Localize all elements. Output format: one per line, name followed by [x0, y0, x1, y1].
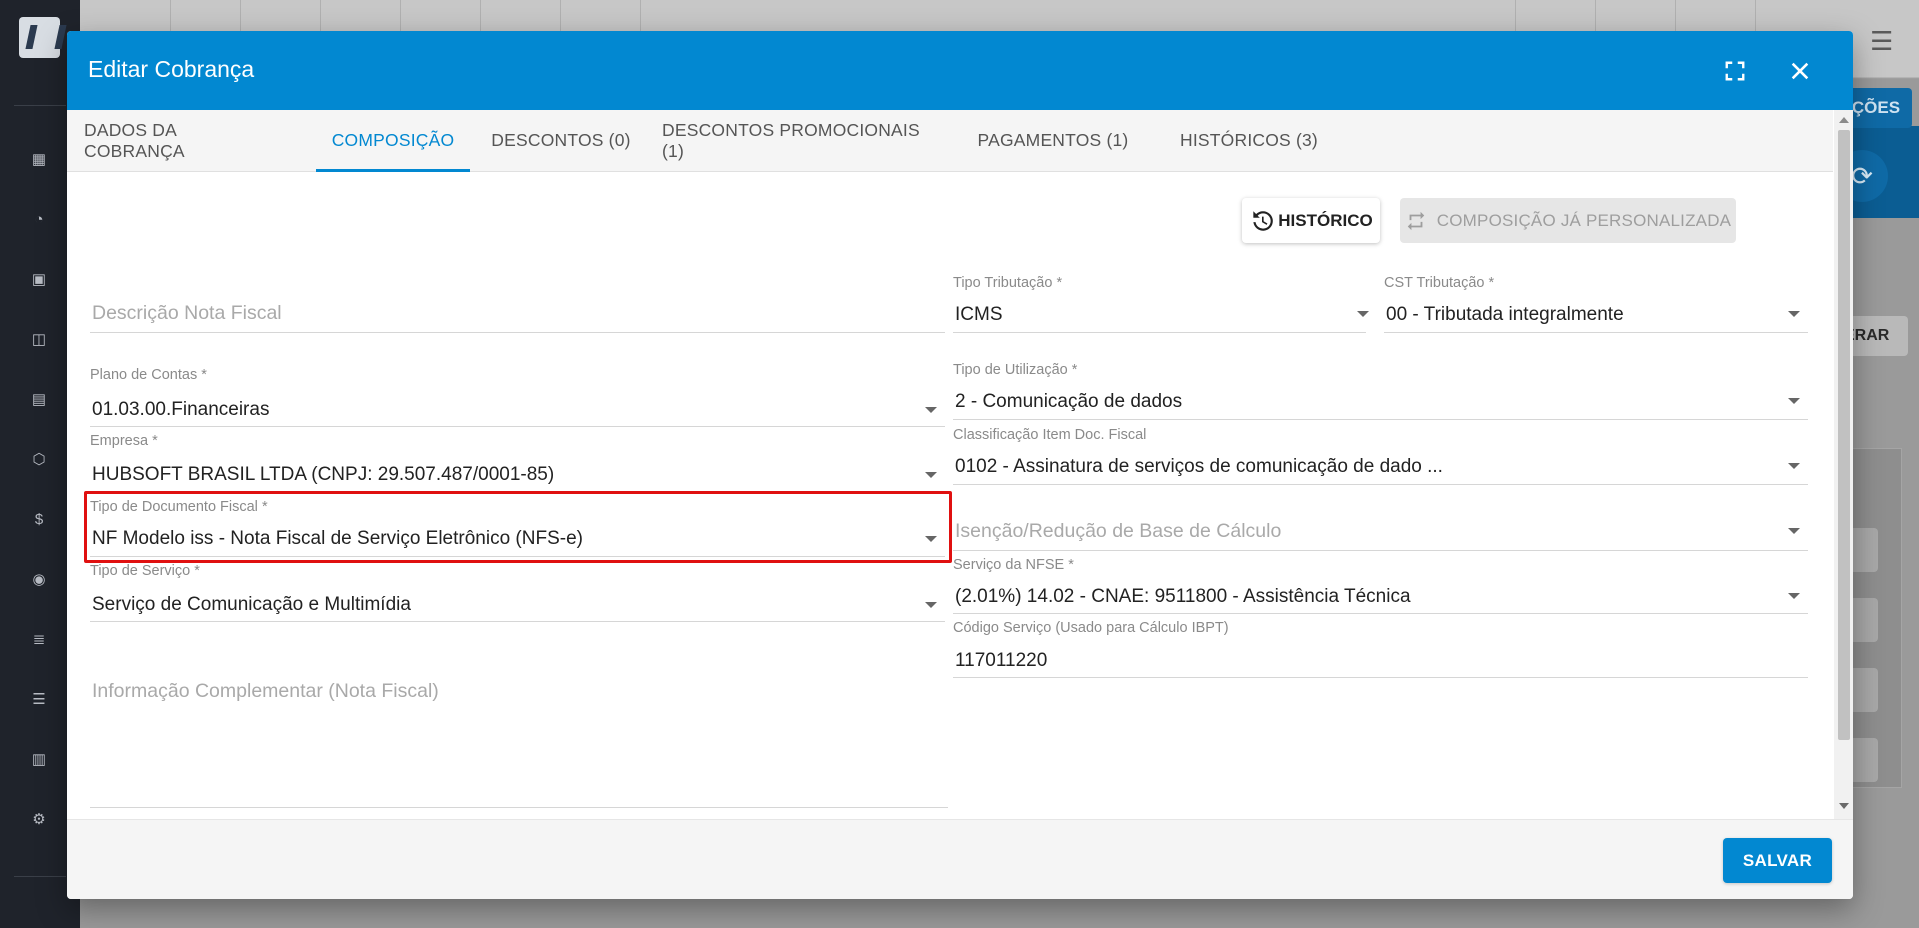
informacao-complementar-placeholder: Informação Complementar (Nota Fiscal)	[92, 680, 439, 702]
composition-customized-button: COMPOSIÇÃO JÁ PERSONALIZADA	[1400, 198, 1736, 243]
document-icon[interactable]: ▥	[30, 750, 48, 768]
tipo-servico-label: Tipo de Serviço *	[90, 563, 200, 579]
classificacao-item-value: 0102 - Assinatura de serviços de comunic…	[955, 456, 1443, 477]
empresa-value: HUBSOFT BRASIL LTDA (CNPJ: 29.507.487/00…	[92, 464, 555, 485]
chevron-down-icon[interactable]	[1788, 593, 1800, 599]
cst-tributacao-value: 00 - Tributada integralmente	[1386, 304, 1624, 325]
tipo-utilizacao-select[interactable]: Tipo de Utilização * 2 - Comunicação de …	[953, 362, 1808, 420]
dialog-scrollbar[interactable]	[1834, 110, 1853, 819]
sidebar-divider	[14, 105, 66, 106]
codigo-servico-label: Código Serviço (Usado para Cálculo IBPT)	[953, 620, 1229, 636]
app-logo[interactable]	[19, 17, 60, 58]
history-button[interactable]: HISTÓRICO	[1242, 198, 1380, 243]
server-icon[interactable]: ☰	[30, 690, 48, 708]
tipo-tributacao-select[interactable]: Tipo Tributação * ICMS	[953, 275, 1369, 333]
sidebar-divider	[14, 876, 66, 877]
tipo-utilizacao-label: Tipo de Utilização *	[953, 362, 1078, 378]
settings-icon[interactable]: ⚙	[30, 810, 48, 828]
tab-descontos-promocionais[interactable]: DESCONTOS PROMOCIONAIS (1)	[662, 110, 944, 171]
codigo-servico-input[interactable]: Código Serviço (Usado para Cálculo IBPT)…	[953, 620, 1808, 678]
servico-nfse-label: Serviço da NFSE *	[953, 557, 1074, 573]
codigo-servico-value: 117011220	[955, 650, 1048, 671]
chevron-down-icon[interactable]	[1788, 528, 1800, 534]
tipo-servico-select[interactable]: Tipo de Serviço * Serviço de Comunicação…	[90, 563, 945, 622]
classificacao-item-label: Classificação Item Doc. Fiscal	[953, 427, 1147, 443]
plano-de-contas-value: 01.03.00.Financeiras	[92, 399, 270, 420]
menu-list-icon[interactable]: ☰	[1870, 26, 1893, 57]
tab-composicao[interactable]: COMPOSIÇÃO	[316, 110, 470, 172]
cst-tributacao-label: CST Tributação *	[1384, 275, 1495, 291]
tipo-documento-fiscal-value: NF Modelo iss - Nota Fiscal de Serviço E…	[92, 528, 583, 549]
chevron-down-icon[interactable]	[1357, 311, 1369, 317]
empresa-select[interactable]: Empresa * HUBSOFT BRASIL LTDA (CNPJ: 29.…	[90, 433, 945, 492]
isencao-reducao-placeholder: Isenção/Redução de Base de Cálculo	[955, 520, 1282, 542]
dialog-footer: SALVAR	[67, 819, 1853, 899]
box-icon[interactable]: ⬡	[30, 450, 48, 468]
tipo-documento-fiscal-select[interactable]: Tipo de Documento Fiscal * NF Modelo iss…	[90, 498, 945, 557]
close-icon[interactable]	[1780, 51, 1820, 91]
tab-pagamentos[interactable]: PAGAMENTOS (1)	[971, 110, 1135, 171]
calendar-icon[interactable]: ▤	[30, 390, 48, 408]
servico-nfse-select[interactable]: Serviço da NFSE * (2.01%) 14.02 - CNAE: …	[953, 557, 1808, 614]
dialog-header: Editar Cobrança	[67, 31, 1853, 110]
pie-chart-icon[interactable]: ◔	[30, 210, 48, 228]
chevron-down-icon[interactable]	[1788, 311, 1800, 317]
isencao-reducao-select[interactable]: Isenção/Redução de Base de Cálculo	[953, 512, 1808, 551]
empresa-label: Empresa *	[90, 433, 158, 449]
scroll-thumb[interactable]	[1838, 130, 1850, 740]
informacao-complementar-textarea[interactable]: Informação Complementar (Nota Fiscal)	[90, 675, 948, 808]
save-button[interactable]: SALVAR	[1723, 838, 1832, 883]
tipo-servico-value: Serviço de Comunicação e Multimídia	[92, 594, 411, 615]
servico-nfse-value: (2.01%) 14.02 - CNAE: 9511800 - Assistên…	[955, 586, 1411, 607]
chevron-down-icon[interactable]	[1788, 398, 1800, 404]
tipo-tributacao-label: Tipo Tributação *	[953, 275, 1063, 291]
scroll-down-arrow[interactable]	[1839, 803, 1849, 809]
chevron-down-icon[interactable]	[925, 472, 937, 478]
contacts-icon[interactable]: ▣	[30, 270, 48, 288]
list-icon[interactable]: ≣	[30, 630, 48, 648]
board-icon[interactable]: ◫	[30, 330, 48, 348]
repeat-icon	[1407, 211, 1425, 230]
tab-historicos[interactable]: HISTÓRICOS (3)	[1161, 110, 1337, 171]
fullscreen-icon[interactable]	[1715, 51, 1755, 91]
history-button-label: HISTÓRICO	[1278, 210, 1373, 230]
chevron-down-icon[interactable]	[925, 407, 937, 413]
tipo-utilizacao-value: 2 - Comunicação de dados	[955, 391, 1183, 412]
chevron-down-icon[interactable]	[925, 602, 937, 608]
money-icon[interactable]: $	[30, 510, 48, 528]
chevron-down-icon[interactable]	[1788, 463, 1800, 469]
scroll-up-arrow[interactable]	[1839, 117, 1849, 123]
chevron-down-icon[interactable]	[925, 536, 937, 542]
plano-de-contas-label: Plano de Contas *	[90, 367, 207, 383]
tab-descontos[interactable]: DESCONTOS (0)	[487, 110, 635, 171]
history-icon	[1253, 210, 1274, 231]
descricao-nota-fiscal-field[interactable]: Descrição Nota Fiscal	[90, 294, 945, 333]
dashboard-icon[interactable]: ▦	[30, 150, 48, 168]
cst-tributacao-select[interactable]: CST Tributação * 00 - Tributada integral…	[1384, 275, 1808, 333]
composition-customized-label: COMPOSIÇÃO JÁ PERSONALIZADA	[1436, 210, 1732, 230]
classificacao-item-select[interactable]: Classificação Item Doc. Fiscal 0102 - As…	[953, 427, 1808, 485]
dialog-tabs: DADOS DA COBRANÇA COMPOSIÇÃO DESCONTOS (…	[67, 110, 1833, 172]
descricao-nota-fiscal-placeholder: Descrição Nota Fiscal	[92, 302, 282, 324]
tipo-tributacao-value: ICMS	[955, 304, 1003, 325]
location-icon[interactable]: ◉	[30, 570, 48, 588]
tab-dados-cobranca[interactable]: DADOS DA COBRANÇA	[84, 110, 279, 171]
plano-de-contas-select[interactable]: Plano de Contas * 01.03.00.Financeiras	[90, 367, 945, 427]
tipo-documento-fiscal-label: Tipo de Documento Fiscal *	[90, 499, 268, 515]
dialog-title: Editar Cobrança	[88, 56, 255, 82]
